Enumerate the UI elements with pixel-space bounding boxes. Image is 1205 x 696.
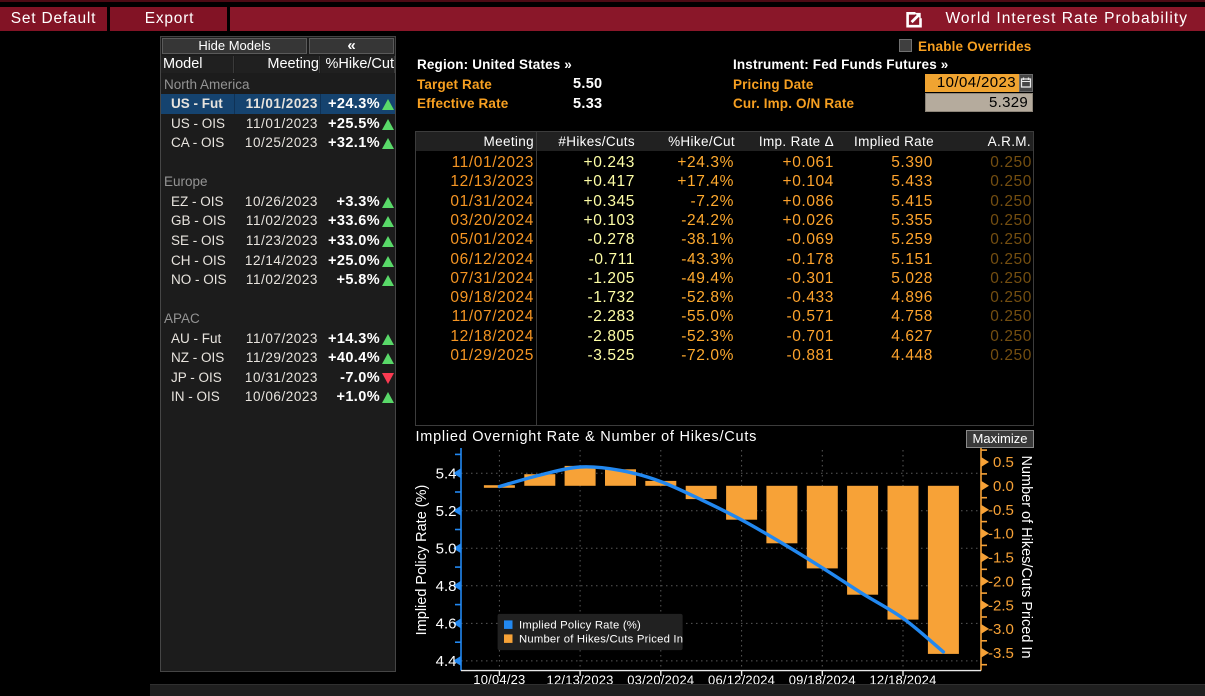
svg-text:5.4: 5.4 (436, 466, 457, 483)
svg-text:5.2: 5.2 (436, 503, 457, 520)
svg-text:-3.5: -3.5 (988, 645, 1014, 662)
svg-text:4.4: 4.4 (436, 653, 457, 670)
svg-text:-2.5: -2.5 (988, 597, 1014, 614)
svg-text:5.0: 5.0 (436, 541, 457, 558)
svg-text:Number of Hikes/Cuts Priced In: Number of Hikes/Cuts Priced In (519, 634, 683, 646)
svg-text:-0.5: -0.5 (988, 502, 1014, 519)
svg-text:0.0: 0.0 (993, 478, 1014, 495)
svg-text:-3.0: -3.0 (988, 621, 1014, 638)
svg-text:Implied Policy Rate (%): Implied Policy Rate (%) (519, 620, 641, 632)
svg-text:-2.0: -2.0 (988, 573, 1014, 590)
svg-text:4.6: 4.6 (436, 616, 457, 633)
svg-text:-1.5: -1.5 (988, 550, 1014, 567)
svg-text:Implied Policy Rate (%): Implied Policy Rate (%) (414, 485, 430, 636)
svg-text:Number of Hikes/Cuts Priced In: Number of Hikes/Cuts Priced In (1018, 455, 1034, 658)
svg-text:0.5: 0.5 (993, 454, 1014, 471)
svg-text:4.8: 4.8 (436, 578, 457, 595)
svg-text:-1.0: -1.0 (988, 526, 1014, 543)
